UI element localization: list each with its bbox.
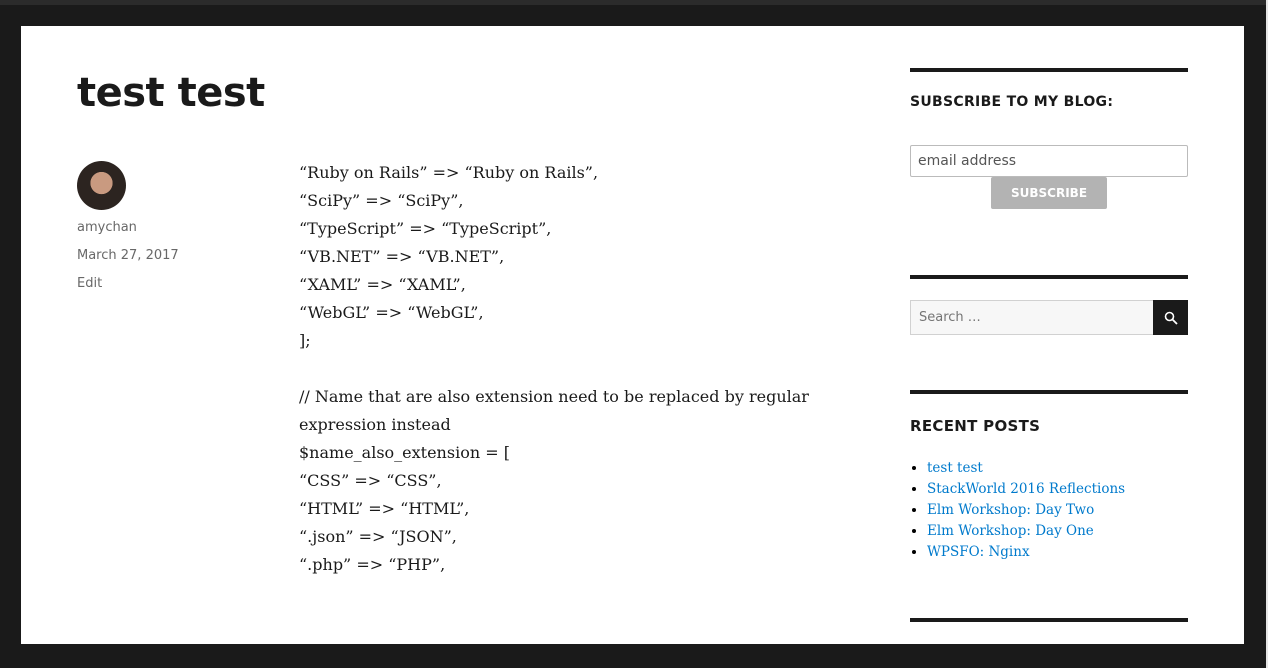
code-line: “SciPy” => “SciPy”, [299, 191, 464, 210]
code-line: “.json” => “JSON”, [299, 527, 457, 546]
author-avatar[interactable] [77, 161, 126, 210]
edit-link[interactable]: Edit [77, 276, 102, 291]
recent-post-link[interactable]: StackWorld 2016 Reflections [927, 481, 1125, 497]
post-date-link[interactable]: March 27, 2017 [77, 248, 179, 263]
widget-divider [910, 390, 1188, 394]
email-input[interactable] [910, 145, 1188, 177]
search-icon [1164, 311, 1178, 325]
code-line: // Name that are also extension need to … [299, 387, 809, 406]
list-item: StackWorld 2016 Reflections [927, 479, 1125, 500]
author-link[interactable]: amychan [77, 220, 137, 235]
window-top-bar [0, 0, 1268, 5]
code-line: “XAML” => “XAML”, [299, 275, 466, 294]
recent-post-link[interactable]: Elm Workshop: Day One [927, 523, 1094, 539]
code-line: “Ruby on Rails” => “Ruby on Rails”, [299, 163, 599, 182]
code-line: $name_also_extension = [ [299, 443, 510, 462]
search-input[interactable] [910, 300, 1154, 335]
code-line: expression instead [299, 415, 451, 434]
code-line: “WebGL” => “WebGL”, [299, 303, 484, 322]
search-button[interactable] [1153, 300, 1188, 335]
list-item: Elm Workshop: Day Two [927, 500, 1125, 521]
list-item: test test [927, 458, 1125, 479]
post-title: test test [77, 70, 265, 116]
code-line: ]; [299, 331, 311, 350]
code-line: “CSS” => “CSS”, [299, 471, 442, 490]
page: test test amychan March 27, 2017 Edit “R… [21, 26, 1244, 644]
code-line: “HTML” => “HTML”, [299, 499, 470, 518]
list-item: Elm Workshop: Day One [927, 521, 1125, 542]
recent-post-link[interactable]: WPSFO: Nginx [927, 544, 1030, 560]
widget-divider [910, 618, 1188, 622]
code-line: “.php” => “PHP”, [299, 555, 446, 574]
widget-divider [910, 68, 1188, 72]
list-item: WPSFO: Nginx [927, 542, 1125, 563]
recent-posts-title: RECENT POSTS [910, 417, 1041, 435]
widget-divider [910, 275, 1188, 279]
recent-posts-list: test test StackWorld 2016 Reflections El… [927, 458, 1125, 563]
code-line: “VB.NET” => “VB.NET”, [299, 247, 505, 266]
recent-post-link[interactable]: test test [927, 460, 983, 476]
subscribe-button[interactable]: SUBSCRIBE [991, 177, 1107, 209]
subscribe-title: SUBSCRIBE TO MY BLOG: [910, 94, 1114, 110]
recent-post-link[interactable]: Elm Workshop: Day Two [927, 502, 1094, 518]
post-content: “Ruby on Rails” => “Ruby on Rails”, “Sci… [299, 159, 819, 579]
code-line: “TypeScript” => “TypeScript”, [299, 219, 552, 238]
